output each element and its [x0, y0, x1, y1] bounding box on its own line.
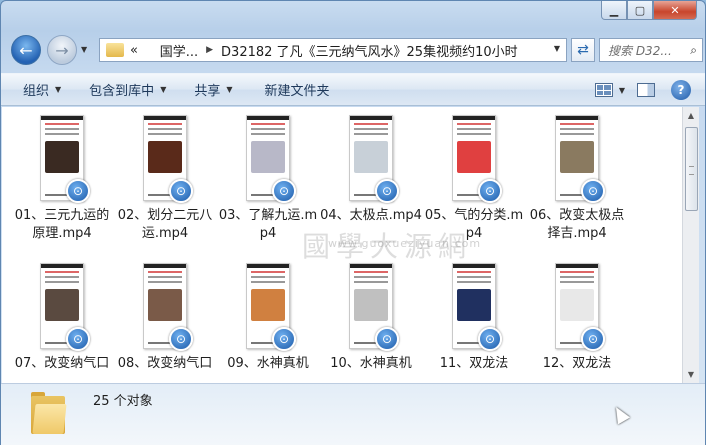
chevron-right-icon[interactable]: ▶: [206, 45, 213, 55]
new-folder-label: 新建文件夹: [264, 84, 330, 99]
file-item[interactable]: ⊙ 01、三元九运的原理.mp4: [10, 115, 114, 243]
scrollbar-thumb[interactable]: [685, 127, 698, 211]
minimize-button[interactable]: ▁: [601, 1, 627, 20]
breadcrumb-overflow[interactable]: «: [130, 43, 138, 58]
chevron-down-icon: ▼: [226, 85, 233, 94]
mouse-cursor-icon: [609, 403, 631, 425]
vertical-scrollbar[interactable]: ▲ ▼: [682, 107, 699, 383]
media-player-icon: ⊙: [581, 179, 605, 203]
file-item[interactable]: ⊙ 03、了解九运.mp4: [216, 115, 320, 243]
preview-pane-icon[interactable]: [637, 83, 655, 97]
file-name: 09、水神真机: [227, 356, 309, 371]
breadcrumb-current[interactable]: D32182 了凡《三元纳气风水》25集视频约10小时: [221, 41, 518, 60]
media-player-icon: ⊙: [66, 327, 90, 351]
scroll-down-icon[interactable]: ▼: [683, 366, 699, 383]
file-name: 10、水神真机: [330, 356, 412, 371]
help-icon[interactable]: ?: [671, 80, 691, 100]
command-bar: 组织 ▼ 包含到库中 ▼ 共享 ▼ 新建文件夹 ▼ ?: [1, 73, 705, 106]
media-player-icon: ⊙: [272, 327, 296, 351]
search-input[interactable]: 搜索 D32... ⌕: [599, 38, 703, 62]
details-pane: 25 个对象: [1, 383, 705, 445]
forward-button[interactable]: →: [47, 35, 77, 65]
file-name: 08、改变纳气口: [117, 356, 213, 371]
file-item[interactable]: ⊙ 02、划分二元八运.mp4: [113, 115, 217, 243]
folder-icon: [106, 43, 124, 57]
file-name: 04、太极点.mp4: [320, 208, 422, 223]
file-item[interactable]: ⊙ 04、太极点.mp4: [319, 115, 423, 225]
media-player-icon: ⊙: [272, 179, 296, 203]
recent-pages-dropdown[interactable]: ▼: [81, 45, 87, 54]
file-item[interactable]: ⊙ 07、改变纳气口: [10, 263, 114, 373]
toolbar-right: ▼ ?: [594, 80, 691, 100]
file-item[interactable]: ⊙ 08、改变纳气口: [113, 263, 217, 373]
file-item[interactable]: ⊙ 09、水神真机: [216, 263, 320, 373]
file-name: 12、双龙法: [542, 356, 612, 371]
explorer-window: ▁ ▢ ✕ ← → ▼ « 国学... ▶ D32182 了凡《三元纳气风水》2…: [0, 0, 706, 445]
chevron-down-icon: ▼: [160, 85, 167, 94]
media-player-icon: ⊙: [478, 179, 502, 203]
media-player-icon: ⊙: [66, 179, 90, 203]
include-library-label: 包含到库中: [89, 84, 155, 99]
share-menu[interactable]: 共享 ▼: [194, 80, 232, 99]
file-item[interactable]: ⊙ 11、双龙法: [422, 263, 526, 373]
file-item[interactable]: ⊙ 10、水神真机: [319, 263, 423, 373]
share-label: 共享: [194, 84, 221, 99]
file-name: 02、划分二元八运.mp4: [117, 208, 213, 241]
view-options-icon[interactable]: [594, 83, 613, 97]
maximize-button[interactable]: ▢: [627, 1, 653, 20]
file-item[interactable]: ⊙ 06、改变太极点择吉.mp4: [525, 115, 629, 243]
back-button[interactable]: ←: [11, 35, 41, 65]
chevron-right-icon: [146, 45, 152, 55]
file-item[interactable]: ⊙ 05、气的分类.mp4: [422, 115, 526, 243]
chevron-down-icon[interactable]: ▼: [619, 86, 625, 95]
refresh-button[interactable]: ⇄: [571, 38, 595, 62]
media-player-icon: ⊙: [169, 179, 193, 203]
media-player-icon: ⊙: [581, 327, 605, 351]
media-player-icon: ⊙: [375, 179, 399, 203]
organize-menu[interactable]: 组织 ▼: [23, 80, 61, 99]
breadcrumb-item[interactable]: 国学...: [160, 41, 198, 60]
media-player-icon: ⊙: [375, 327, 399, 351]
file-name: 07、改变纳气口: [14, 356, 110, 371]
file-name: 11、双龙法: [439, 356, 509, 371]
file-item[interactable]: ⊙ 12、双龙法: [525, 263, 629, 373]
file-list[interactable]: ⊙ 01、三元九运的原理.mp4 ⊙ 02、划分二元八运.mp4 ⊙ 03、了解九运.mp…: [2, 107, 682, 383]
caption-buttons: ▁ ▢ ✕: [601, 1, 697, 20]
file-name: 06、改变太极点择吉.mp4: [529, 208, 625, 241]
organize-label: 组织: [23, 84, 50, 99]
chevron-down-icon: ▼: [55, 85, 62, 94]
address-bar[interactable]: « 国学... ▶ D32182 了凡《三元纳气风水》25集视频约10小时 ▼: [99, 38, 567, 62]
close-button[interactable]: ✕: [653, 1, 697, 20]
search-placeholder: 搜索 D32...: [608, 43, 672, 58]
include-in-library-menu[interactable]: 包含到库中 ▼: [89, 80, 166, 99]
folder-icon: [31, 392, 67, 434]
scroll-up-icon[interactable]: ▲: [683, 107, 699, 124]
navigation-bar: ← → ▼ « 国学... ▶ D32182 了凡《三元纳气风水》25集视频约1…: [7, 33, 703, 67]
media-player-icon: ⊙: [478, 327, 502, 351]
media-player-icon: ⊙: [169, 327, 193, 351]
file-name: 01、三元九运的原理.mp4: [14, 208, 110, 241]
new-folder-button[interactable]: 新建文件夹: [265, 80, 330, 99]
item-count: 25 个对象: [93, 394, 153, 409]
watermark-url: www.guoxueziyuan.com: [328, 237, 482, 250]
address-dropdown-icon[interactable]: ▼: [554, 44, 560, 53]
search-icon[interactable]: ⌕: [690, 43, 697, 58]
